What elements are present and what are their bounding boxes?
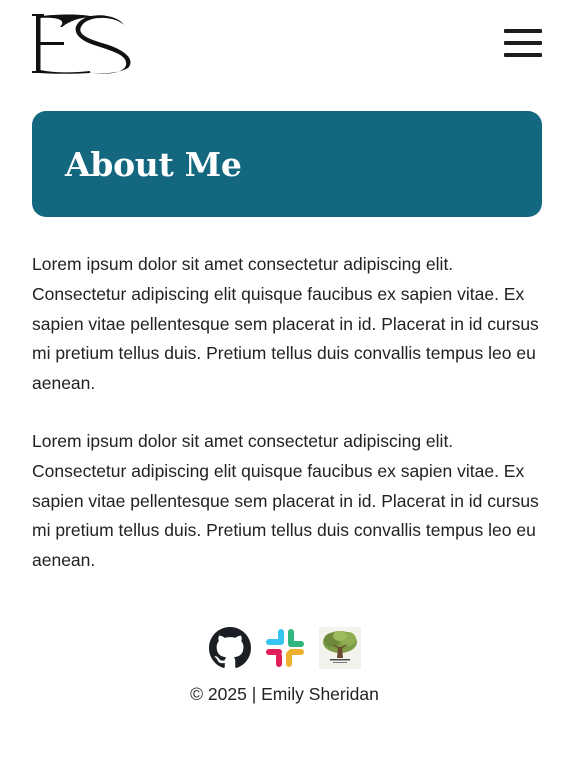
about-hero-banner: About Me xyxy=(32,111,542,217)
menu-bar-icon xyxy=(504,53,542,57)
page-title: About Me xyxy=(65,145,242,184)
site-logo[interactable] xyxy=(32,13,132,75)
github-link[interactable] xyxy=(208,627,251,669)
hamburger-menu-button[interactable] xyxy=(504,29,542,57)
about-content: Lorem ipsum dolor sit amet consectetur a… xyxy=(32,250,547,604)
menu-bar-icon xyxy=(504,29,542,33)
paragraph: Lorem ipsum dolor sit amet consectetur a… xyxy=(32,430,539,571)
tree-logo-link[interactable] xyxy=(318,627,361,669)
social-links xyxy=(0,627,569,671)
tree-logo-icon xyxy=(318,627,361,669)
paragraph: Lorem ipsum dolor sit amet consectetur a… xyxy=(32,254,539,394)
site-footer: © 2025 | Emily Sheridan xyxy=(0,627,569,705)
slack-link[interactable] xyxy=(264,627,306,669)
github-icon xyxy=(208,627,251,668)
copyright-text: © 2025 | Emily Sheridan xyxy=(190,684,379,704)
site-header xyxy=(32,13,542,75)
menu-bar-icon xyxy=(504,41,542,45)
es-monogram-icon xyxy=(32,14,131,74)
slack-icon xyxy=(265,629,304,667)
